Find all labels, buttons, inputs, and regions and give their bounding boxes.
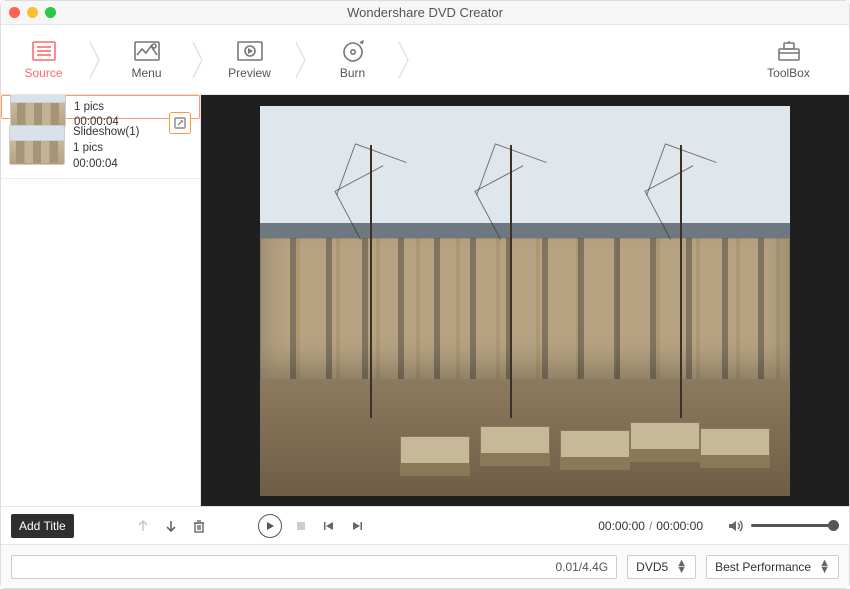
disc-type-value: DVD5	[636, 560, 668, 574]
maximize-icon[interactable]	[45, 7, 56, 18]
item-duration: 00:00:04	[73, 157, 139, 172]
tab-label: Burn	[340, 66, 365, 80]
stop-button[interactable]	[292, 517, 310, 535]
stepper-icon: ▲▼	[819, 560, 830, 574]
chevron-icon	[395, 25, 413, 95]
titlebar: Wondershare DVD Creator	[1, 1, 849, 25]
source-list: Slideshow 1 pics 00:00:04 Slideshow(1) 1…	[1, 95, 201, 506]
menu-icon	[134, 40, 160, 62]
item-count: 1 pics	[73, 141, 139, 156]
burn-icon	[340, 40, 366, 62]
source-icon	[31, 40, 57, 62]
window-title: Wondershare DVD Creator	[1, 5, 849, 20]
item-count: 1 pics	[74, 100, 126, 115]
tab-label: Menu	[131, 66, 161, 80]
minimize-icon[interactable]	[27, 7, 38, 18]
chevron-icon	[86, 25, 104, 95]
next-button[interactable]	[348, 517, 366, 535]
tab-label: Preview	[228, 66, 271, 80]
play-button[interactable]	[258, 514, 282, 538]
step-tabs: Source Menu Preview Burn ToolBox	[1, 25, 849, 95]
item-name: Slideshow(1)	[73, 125, 139, 140]
volume-icon[interactable]	[727, 517, 745, 535]
tab-label: ToolBox	[767, 66, 810, 80]
list-item[interactable]: Slideshow(1) 1 pics 00:00:04	[1, 119, 200, 179]
prev-button[interactable]	[320, 517, 338, 535]
bottom-bar: 0.01/4.4G DVD5 ▲▼ Best Performance ▲▼	[1, 544, 849, 588]
thumbnail	[9, 125, 65, 165]
tab-burn[interactable]: Burn	[310, 25, 395, 95]
item-name: Slideshow	[74, 95, 126, 99]
stepper-icon: ▲▼	[676, 560, 687, 574]
chevron-icon	[189, 25, 207, 95]
preview-icon	[237, 40, 263, 62]
time-current: 00:00:00	[598, 519, 645, 533]
window-controls	[9, 7, 56, 18]
volume-slider[interactable]	[751, 524, 839, 527]
player-controls: Add Title 00:00:00 / 00:00:00	[1, 506, 849, 544]
disc-size-indicator: 0.01/4.4G	[11, 555, 617, 579]
main-area: Slideshow 1 pics 00:00:04 Slideshow(1) 1…	[1, 95, 849, 506]
tab-source[interactable]: Source	[1, 25, 86, 95]
disc-size-text: 0.01/4.4G	[555, 560, 608, 574]
tab-menu[interactable]: Menu	[104, 25, 189, 95]
time-total: 00:00:00	[656, 519, 703, 533]
toolbox-icon	[776, 40, 802, 62]
preview-image	[260, 106, 790, 496]
preview-pane	[201, 95, 849, 506]
time-display: 00:00:00 / 00:00:00	[598, 519, 703, 533]
tab-preview[interactable]: Preview	[207, 25, 292, 95]
tab-label: Source	[24, 66, 62, 80]
move-up-button[interactable]	[134, 517, 152, 535]
add-title-button[interactable]: Add Title	[11, 514, 74, 538]
quality-select[interactable]: Best Performance ▲▼	[706, 555, 839, 579]
delete-button[interactable]	[190, 517, 208, 535]
disc-type-select[interactable]: DVD5 ▲▼	[627, 555, 696, 579]
volume-control	[727, 517, 839, 535]
chevron-icon	[292, 25, 310, 95]
close-icon[interactable]	[9, 7, 20, 18]
move-down-button[interactable]	[162, 517, 180, 535]
time-separator: /	[649, 519, 652, 533]
tab-toolbox[interactable]: ToolBox	[746, 25, 831, 95]
quality-value: Best Performance	[715, 560, 811, 574]
list-item[interactable]: Slideshow 1 pics 00:00:04	[1, 95, 200, 119]
